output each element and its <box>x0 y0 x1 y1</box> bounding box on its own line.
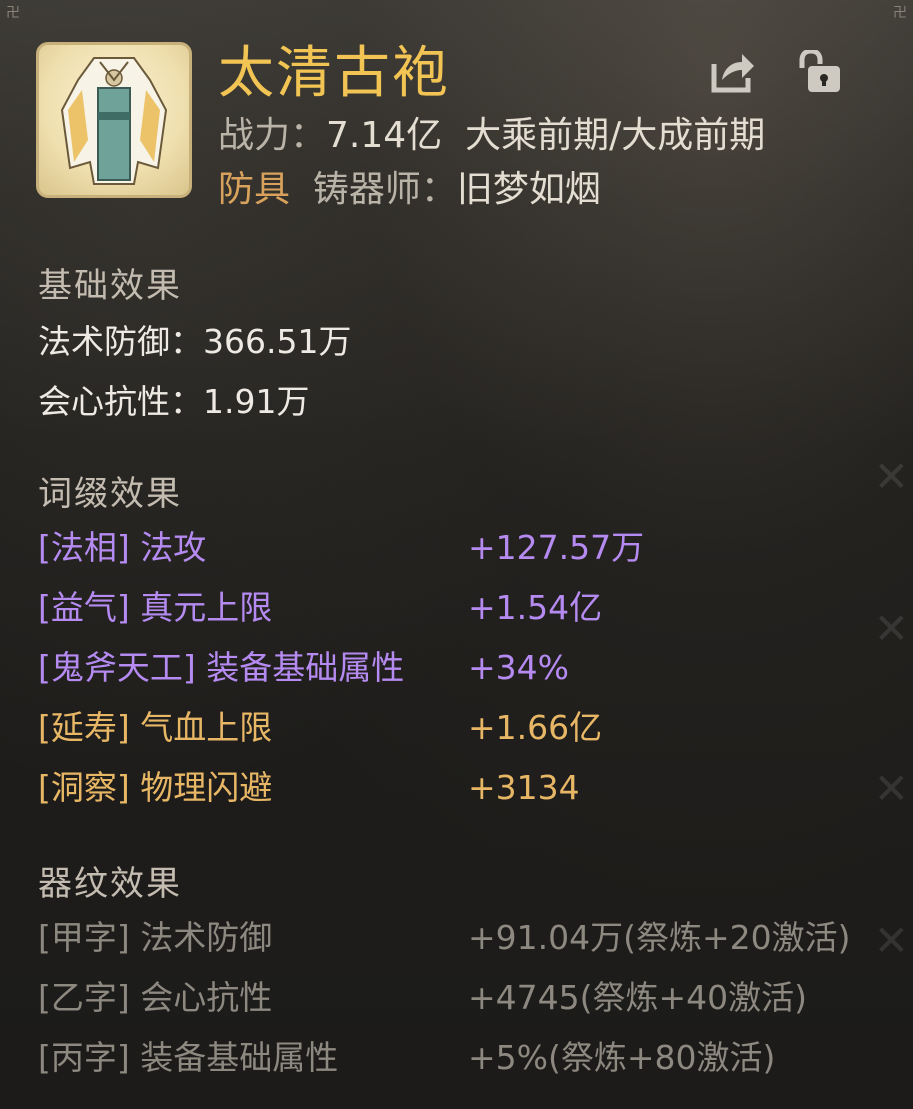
affix-value: +34% <box>468 648 569 687</box>
pattern-value: +91.04万(祭炼+20激活) <box>468 918 851 957</box>
base-row: 会心抗性：1.91万 <box>38 378 903 426</box>
robe-icon <box>60 57 168 185</box>
affix-name: [延寿] 气血上限 <box>38 708 273 747</box>
affix-name: [法相] 法攻 <box>38 528 207 567</box>
affix-row: [洞察] 物理闪避 +3134 <box>38 764 903 812</box>
item-name: 太清古袍 <box>218 41 450 106</box>
smith-name: 旧梦如烟 <box>456 169 601 210</box>
type-line: 防具 铸器师：旧梦如烟 <box>218 168 601 212</box>
item-tooltip-panel: 卍 卍 ✕ ✕ ✕ ✕ 太清古袍 战力：7.14亿 大乘前期/大成前期 防具 铸… <box>0 0 913 1109</box>
pattern-row: [丙字] 装备基础属性 +5%(祭炼+80激活) <box>38 1034 903 1082</box>
ghost-close-icon: ✕ <box>873 452 909 501</box>
corner-ornament-icon: 卍 <box>6 5 20 21</box>
item-type: 防具 <box>218 169 291 210</box>
power-label: 战力： <box>218 115 327 156</box>
corner-ornament-icon: 卍 <box>893 5 907 21</box>
smith-label: 铸器师： <box>312 169 457 210</box>
affix-value: +1.66亿 <box>468 708 603 747</box>
base-section-title: 基础效果 <box>38 266 182 306</box>
power-line: 战力：7.14亿 大乘前期/大成前期 <box>218 114 765 158</box>
pattern-section-title: 器纹效果 <box>38 864 182 904</box>
pattern-name: [丙字] 装备基础属性 <box>38 1038 339 1077</box>
affix-row: [益气] 真元上限 +1.54亿 <box>38 584 903 632</box>
affix-name: [鬼斧天工] 装备基础属性 <box>38 648 405 687</box>
affix-section-title: 词缀效果 <box>38 474 182 514</box>
share-icon[interactable] <box>710 50 756 94</box>
pattern-row: [乙字] 会心抗性 +4745(祭炼+40激活) <box>38 974 903 1022</box>
pattern-value: +5%(祭炼+80激活) <box>468 1038 776 1077</box>
realm-text: 大乘前期/大成前期 <box>465 115 766 156</box>
base-row-label: 法术防御：366.51万 <box>38 322 352 361</box>
affix-row: [延寿] 气血上限 +1.66亿 <box>38 704 903 752</box>
pattern-row: [甲字] 法术防御 +91.04万(祭炼+20激活) <box>38 914 903 962</box>
affix-row: [鬼斧天工] 装备基础属性 +34% <box>38 644 903 692</box>
item-icon-frame[interactable] <box>36 42 192 198</box>
pattern-value: +4745(祭炼+40激活) <box>468 978 808 1017</box>
affix-value: +127.57万 <box>468 528 645 567</box>
lock-icon[interactable] <box>796 50 842 94</box>
affix-name: [益气] 真元上限 <box>38 588 273 627</box>
affix-value: +3134 <box>468 768 580 807</box>
pattern-name: [乙字] 会心抗性 <box>38 978 273 1017</box>
affix-name: [洞察] 物理闪避 <box>38 768 273 807</box>
affix-row: [法相] 法攻 +127.57万 <box>38 524 903 572</box>
base-row: 法术防御：366.51万 <box>38 318 903 366</box>
base-row-label: 会心抗性：1.91万 <box>38 382 310 421</box>
pattern-name: [甲字] 法术防御 <box>38 918 273 957</box>
power-value: 7.14亿 <box>326 115 443 156</box>
affix-value: +1.54亿 <box>468 588 603 627</box>
